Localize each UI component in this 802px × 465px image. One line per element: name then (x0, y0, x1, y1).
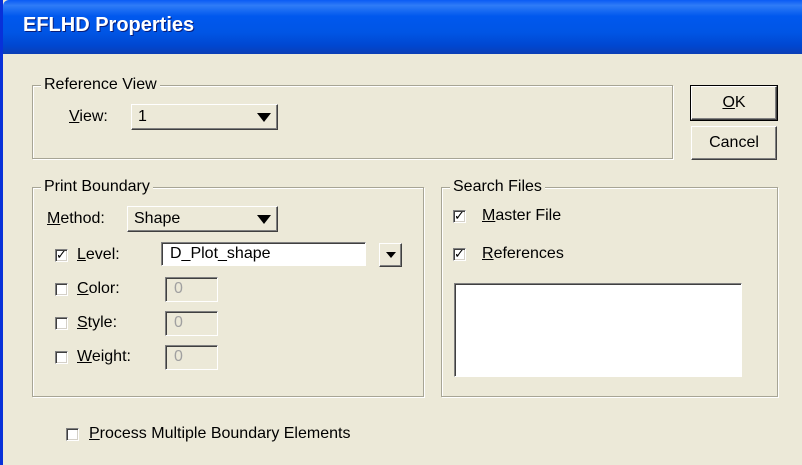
chevron-down-icon (257, 112, 271, 122)
reference-view-group-label: Reference View (41, 75, 160, 95)
ok-button[interactable]: OK (690, 85, 778, 121)
color-label: Color: (77, 280, 120, 297)
style-input[interactable]: 0 (165, 311, 218, 336)
search-files-group: Search Files ✓ Master File ✓ References (441, 177, 778, 397)
print-boundary-group-label: Print Boundary (41, 177, 153, 197)
color-checkbox[interactable] (55, 283, 68, 296)
cancel-button-label: Cancel (709, 134, 759, 151)
references-label: References (482, 245, 564, 262)
view-dropdown[interactable]: 1 (131, 104, 278, 130)
master-file-label: Master File (482, 207, 562, 224)
ok-button-label: OK (722, 94, 746, 111)
style-label: Style: (77, 314, 118, 331)
level-checkbox[interactable]: ✓ (55, 249, 68, 262)
method-label: Method: (47, 210, 105, 227)
reference-view-group: Reference View View: 1 (32, 75, 673, 159)
chevron-down-icon (385, 252, 396, 258)
view-dropdown-value: 1 (138, 108, 147, 125)
master-file-checkbox[interactable]: ✓ (453, 210, 466, 223)
style-checkbox[interactable] (55, 317, 68, 330)
process-multiple-label: Process Multiple Boundary Elements (89, 425, 351, 442)
view-label: View: (69, 108, 108, 125)
weight-checkbox[interactable] (55, 351, 68, 364)
color-input[interactable]: 0 (165, 277, 218, 302)
properties-dialog: EFLHD Properties Reference View View: 1 … (0, 0, 802, 465)
process-multiple-checkbox[interactable] (66, 428, 79, 441)
chevron-down-icon (257, 214, 271, 224)
level-label: Level: (77, 246, 120, 263)
cancel-button[interactable]: Cancel (691, 126, 777, 160)
title-bar[interactable]: EFLHD Properties (3, 0, 802, 54)
window-title: EFLHD Properties (23, 14, 195, 36)
print-boundary-group: Print Boundary Method: Shape ✓ Level: D_… (32, 177, 424, 397)
weight-label: Weight: (77, 348, 131, 365)
level-input[interactable]: D_Plot_shape (161, 242, 366, 266)
search-files-group-label: Search Files (450, 177, 545, 197)
method-dropdown[interactable]: Shape (127, 206, 278, 232)
dialog-client-area: Reference View View: 1 OK Cancel Print B… (3, 54, 802, 465)
references-checkbox[interactable]: ✓ (453, 248, 466, 261)
method-dropdown-value: Shape (134, 210, 181, 227)
search-files-listbox[interactable] (454, 283, 742, 377)
level-picker-button[interactable] (379, 243, 402, 267)
weight-input[interactable]: 0 (165, 345, 218, 370)
